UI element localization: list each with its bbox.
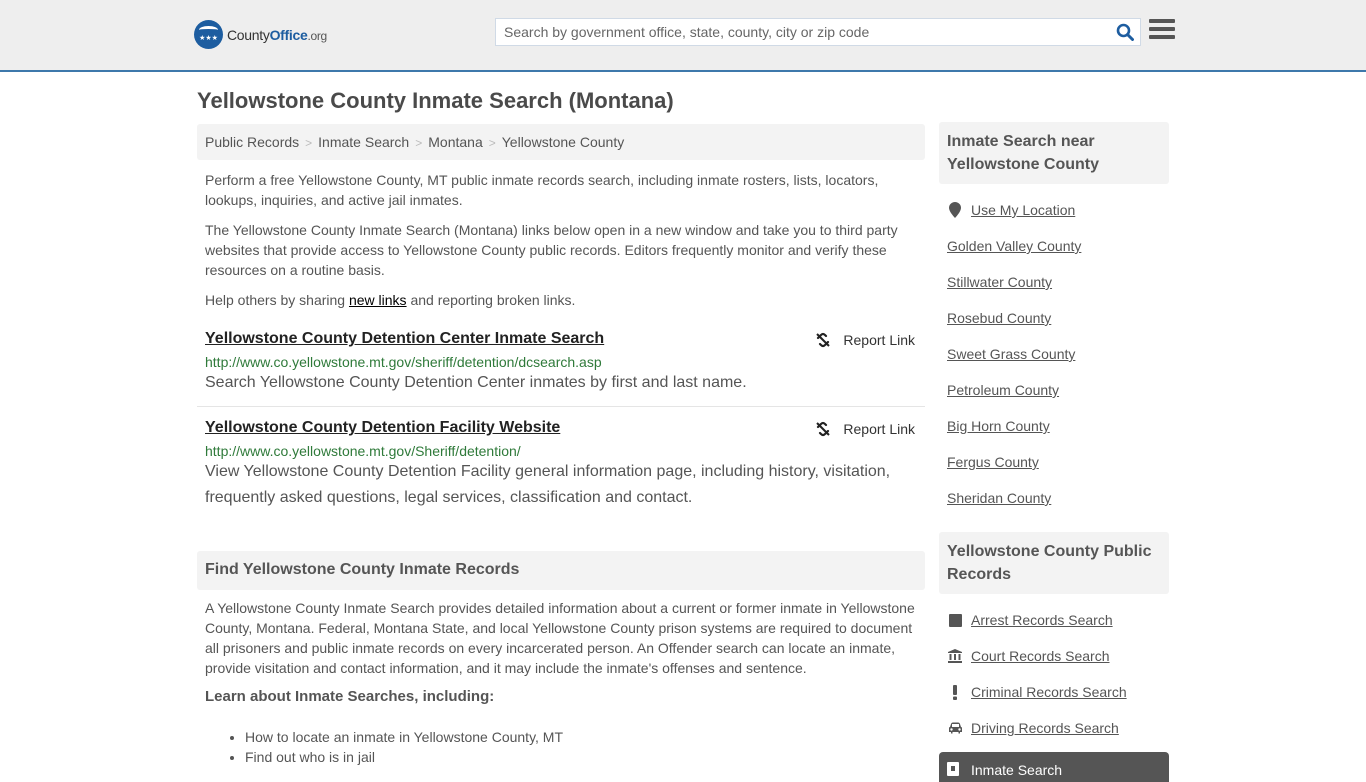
nearby-county-item[interactable]: Rosebud County	[947, 300, 1161, 336]
jail-door-icon	[947, 762, 963, 779]
nearby-county-item[interactable]: Fergus County	[947, 444, 1161, 480]
find-records-body: A Yellowstone County Inmate Search provi…	[205, 600, 915, 676]
broken-link-icon	[816, 421, 831, 437]
result-url[interactable]: http://www.co.yellowstone.mt.gov/Sheriff…	[205, 443, 917, 459]
breadcrumb: Public Records > Inmate Search > Montana > Yel…	[197, 124, 925, 160]
county-link-fergus[interactable]: Fergus County	[947, 454, 1039, 470]
courthouse-icon	[947, 649, 963, 663]
public-record-item[interactable]: Criminal Records Search	[947, 674, 1161, 710]
intro-section: Perform a free Yellowstone County, MT pu…	[197, 170, 925, 310]
sidebar: Inmate Search near Yellowstone County Us…	[939, 122, 1169, 782]
search-button[interactable]	[1110, 19, 1140, 45]
nearby-county-item[interactable]: Sheridan County	[947, 480, 1161, 516]
search-input[interactable]	[496, 19, 1110, 45]
report-link-button[interactable]: Report Link	[815, 421, 915, 437]
breadcrumb-separator: >	[305, 136, 313, 150]
result-item: Yellowstone County Detention Center Inma…	[197, 330, 925, 407]
search-bar	[495, 18, 1141, 46]
nearby-list: Use My Location Golden Valley County Sti…	[939, 184, 1169, 516]
learn-list-item: How to locate an inmate in Yellowstone C…	[245, 727, 925, 747]
arrest-records-link[interactable]: Arrest Records Search	[971, 612, 1113, 628]
use-my-location-link[interactable]: Use My Location	[971, 202, 1075, 218]
county-link-big-horn[interactable]: Big Horn County	[947, 418, 1050, 434]
learn-list-item: Find out who is in jail	[245, 747, 925, 767]
public-records-heading: Yellowstone County Public Records	[939, 532, 1169, 594]
hamburger-menu-button[interactable]	[1149, 19, 1175, 43]
logo-text: CountyOffice.org	[227, 26, 327, 43]
county-link-petroleum[interactable]: Petroleum County	[947, 382, 1059, 398]
breadcrumb-separator: >	[488, 136, 496, 150]
intro-paragraph: The Yellowstone County Inmate Search (Mo…	[205, 222, 898, 278]
county-link-sheridan[interactable]: Sheridan County	[947, 490, 1051, 506]
breadcrumb-inmate-search[interactable]: Inmate Search	[318, 134, 409, 150]
nearby-county-item[interactable]: Big Horn County	[947, 408, 1161, 444]
breadcrumb-public-records[interactable]: Public Records	[205, 134, 299, 150]
broken-link-icon	[816, 332, 831, 348]
court-records-link[interactable]: Court Records Search	[971, 648, 1110, 664]
nearby-county-item[interactable]: Stillwater County	[947, 264, 1161, 300]
breadcrumb-montana[interactable]: Montana	[428, 134, 482, 150]
map-marker-icon	[947, 202, 963, 218]
public-record-item[interactable]: Driving Records Search	[947, 710, 1161, 746]
page-title: Yellowstone County Inmate Search (Montan…	[197, 88, 674, 113]
public-record-item[interactable]: Court Records Search	[947, 638, 1161, 674]
breadcrumb-yellowstone-county[interactable]: Yellowstone County	[502, 134, 624, 150]
nearby-county-item[interactable]: Petroleum County	[947, 372, 1161, 408]
county-link-golden-valley[interactable]: Golden Valley County	[947, 238, 1081, 254]
site-header: ★★★ CountyOffice.org	[0, 0, 1366, 72]
result-url[interactable]: http://www.co.yellowstone.mt.gov/sheriff…	[205, 354, 917, 370]
county-link-rosebud[interactable]: Rosebud County	[947, 310, 1051, 326]
logo-eagle-icon: ★★★	[194, 20, 223, 49]
inmate-search-label: Inmate Search	[971, 762, 1063, 778]
intro-paragraph: Perform a free Yellowstone County, MT pu…	[205, 172, 879, 208]
search-icon	[1116, 23, 1134, 41]
site-logo[interactable]: ★★★ CountyOffice.org	[194, 20, 327, 49]
nearby-county-item[interactable]: Golden Valley County	[947, 228, 1161, 264]
learn-heading: Learn about Inmate Searches, including:	[205, 688, 495, 705]
result-title-link[interactable]: Yellowstone County Detention Center Inma…	[205, 330, 604, 348]
square-icon	[947, 613, 963, 627]
public-records-list: Arrest Records Search Court Records Sear…	[939, 594, 1169, 746]
help-paragraph: Help others by sharing new links and rep…	[205, 292, 576, 308]
exclamation-icon	[947, 684, 963, 700]
driving-records-link[interactable]: Driving Records Search	[971, 720, 1119, 736]
inmate-search-active-item[interactable]: Inmate Search	[939, 752, 1169, 782]
nearby-county-item[interactable]: Sweet Grass County	[947, 336, 1161, 372]
result-description: View Yellowstone County Detention Facili…	[205, 463, 891, 506]
result-title-link[interactable]: Yellowstone County Detention Facility We…	[205, 419, 560, 437]
report-link-button[interactable]: Report Link	[815, 332, 915, 348]
public-record-item[interactable]: Arrest Records Search	[947, 602, 1161, 638]
result-item: Yellowstone County Detention Facility We…	[197, 419, 925, 511]
county-link-stillwater[interactable]: Stillwater County	[947, 274, 1052, 290]
main-content: Public Records > Inmate Search > Montana > Yel…	[197, 124, 925, 767]
result-description: Search Yellowstone County Detention Cent…	[205, 374, 747, 391]
find-records-heading: Find Yellowstone County Inmate Records	[197, 551, 925, 590]
use-my-location-item[interactable]: Use My Location	[947, 192, 1161, 228]
nearby-heading: Inmate Search near Yellowstone County	[939, 122, 1169, 184]
car-icon	[947, 722, 963, 734]
learn-list: How to locate an inmate in Yellowstone C…	[197, 727, 925, 767]
county-link-sweet-grass[interactable]: Sweet Grass County	[947, 346, 1075, 362]
new-links-link[interactable]: new links	[349, 292, 407, 308]
breadcrumb-separator: >	[415, 136, 423, 150]
criminal-records-link[interactable]: Criminal Records Search	[971, 684, 1127, 700]
